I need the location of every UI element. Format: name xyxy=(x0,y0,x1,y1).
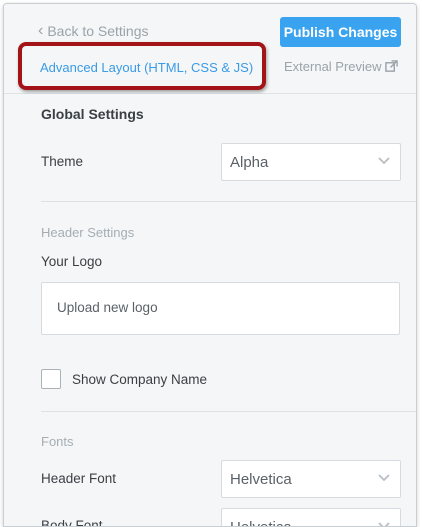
divider xyxy=(41,201,416,202)
settings-panel: Global Settings Theme Alpha Header Setti… xyxy=(22,94,416,527)
header-settings-title: Header Settings xyxy=(41,225,135,240)
upload-logo-label: Upload new logo xyxy=(57,300,158,315)
back-label: Back to Settings xyxy=(47,23,149,39)
external-preview-label: External Preview xyxy=(284,59,382,74)
global-settings-title: Global Settings xyxy=(41,106,144,122)
fonts-title: Fonts xyxy=(41,434,74,449)
divider xyxy=(41,411,416,412)
body-font-select[interactable]: Helvetica xyxy=(221,508,401,526)
header-font-label: Header Font xyxy=(41,471,117,486)
settings-window: ‹ Back to Settings Publish Changes Advan… xyxy=(3,3,417,527)
header-font-select[interactable]: Helvetica xyxy=(221,460,401,498)
external-link-icon xyxy=(384,60,398,72)
body-font-label: Body Font xyxy=(41,518,103,527)
body-font-value: Helvetica xyxy=(230,519,292,526)
header-font-value: Helvetica xyxy=(230,471,292,488)
theme-label: Theme xyxy=(41,154,84,169)
theme-value: Alpha xyxy=(230,154,269,171)
top-bar: ‹ Back to Settings Publish Changes Advan… xyxy=(4,4,416,94)
chevron-left-icon: ‹ xyxy=(38,22,44,39)
external-preview-link[interactable]: External Preview xyxy=(284,59,398,74)
chevron-down-icon xyxy=(378,522,390,526)
upload-logo-box[interactable]: Upload new logo xyxy=(41,282,400,335)
your-logo-label: Your Logo xyxy=(41,254,103,269)
theme-select[interactable]: Alpha xyxy=(221,143,401,181)
show-company-name-checkbox[interactable] xyxy=(41,369,61,389)
chevron-down-icon xyxy=(378,157,390,165)
advanced-layout-link[interactable]: Advanced Layout (HTML, CSS & JS) xyxy=(40,60,253,75)
publish-changes-button[interactable]: Publish Changes xyxy=(280,17,401,47)
show-company-name-label: Show Company Name xyxy=(72,372,208,387)
chevron-down-icon xyxy=(378,474,390,482)
back-to-settings-link[interactable]: ‹ Back to Settings xyxy=(38,22,149,40)
